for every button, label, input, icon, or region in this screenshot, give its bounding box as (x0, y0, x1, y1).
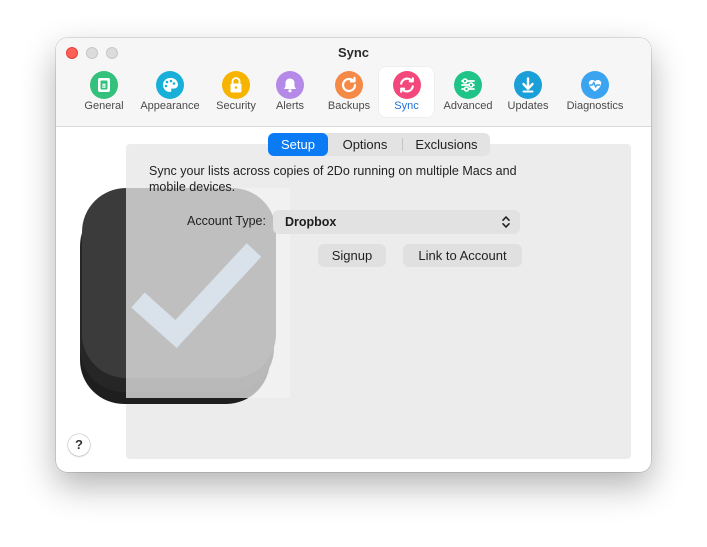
toolbar-item-sync[interactable]: Sync (379, 67, 434, 117)
toolbar-item-advanced[interactable]: Advanced (440, 67, 496, 117)
link-account-button[interactable]: Link to Account (403, 244, 522, 267)
chevron-up-down-icon (502, 216, 510, 228)
toolbar-label-advanced: Advanced (443, 100, 493, 112)
toolbar-label-diagnostics: Diagnostics (566, 100, 624, 112)
toolbar-label-appearance: Appearance (140, 100, 200, 112)
sync-description: Sync your lists across copies of 2Do run… (149, 164, 517, 194)
pulse-icon (581, 71, 609, 99)
toolbar-item-appearance[interactable]: Appearance (136, 67, 204, 117)
signup-button[interactable]: Signup (318, 244, 386, 267)
window-title: Sync (337, 45, 370, 60)
toolbar-item-updates[interactable]: Updates (504, 67, 552, 117)
toolbar-label-sync: Sync (394, 100, 419, 112)
toolbar-label-backups: Backups (327, 100, 371, 112)
help-button[interactable]: ? (68, 434, 90, 456)
general-icon: 8 (90, 71, 118, 99)
backup-icon (335, 71, 363, 99)
toolbar-item-diagnostics[interactable]: Diagnostics (561, 67, 629, 117)
tab-segmented-control: Setup Options Exclusions (268, 133, 490, 156)
download-icon (514, 71, 542, 99)
palette-icon (156, 71, 184, 99)
svg-text:8: 8 (102, 83, 106, 90)
titlebar: Sync 8 General Appearance Security Alert… (56, 38, 651, 127)
bell-icon (276, 71, 304, 99)
account-type-value: Dropbox (285, 215, 337, 229)
sliders-icon (454, 71, 482, 99)
toolbar-label-general: General (84, 100, 124, 112)
sync-icon (392, 71, 421, 99)
tab-options[interactable]: Options (328, 133, 402, 156)
account-type-popup[interactable]: Dropbox (273, 210, 520, 234)
toolbar-label-updates: Updates (507, 100, 549, 112)
tab-setup[interactable]: Setup (268, 133, 328, 156)
toolbar-item-alerts[interactable]: Alerts (268, 67, 312, 117)
lock-icon (222, 71, 250, 99)
toolbar-item-general[interactable]: 8 General (80, 67, 128, 117)
account-type-label: Account Type: (187, 214, 266, 228)
toolbar-item-security[interactable]: Security (211, 67, 261, 117)
tab-exclusions[interactable]: Exclusions (403, 133, 490, 156)
toolbar-label-security: Security (216, 100, 256, 112)
preferences-window: Sync 8 General Appearance Security Alert… (56, 38, 651, 472)
toolbar-label-alerts: Alerts (275, 100, 305, 112)
toolbar-item-backups[interactable]: Backups (323, 67, 375, 117)
